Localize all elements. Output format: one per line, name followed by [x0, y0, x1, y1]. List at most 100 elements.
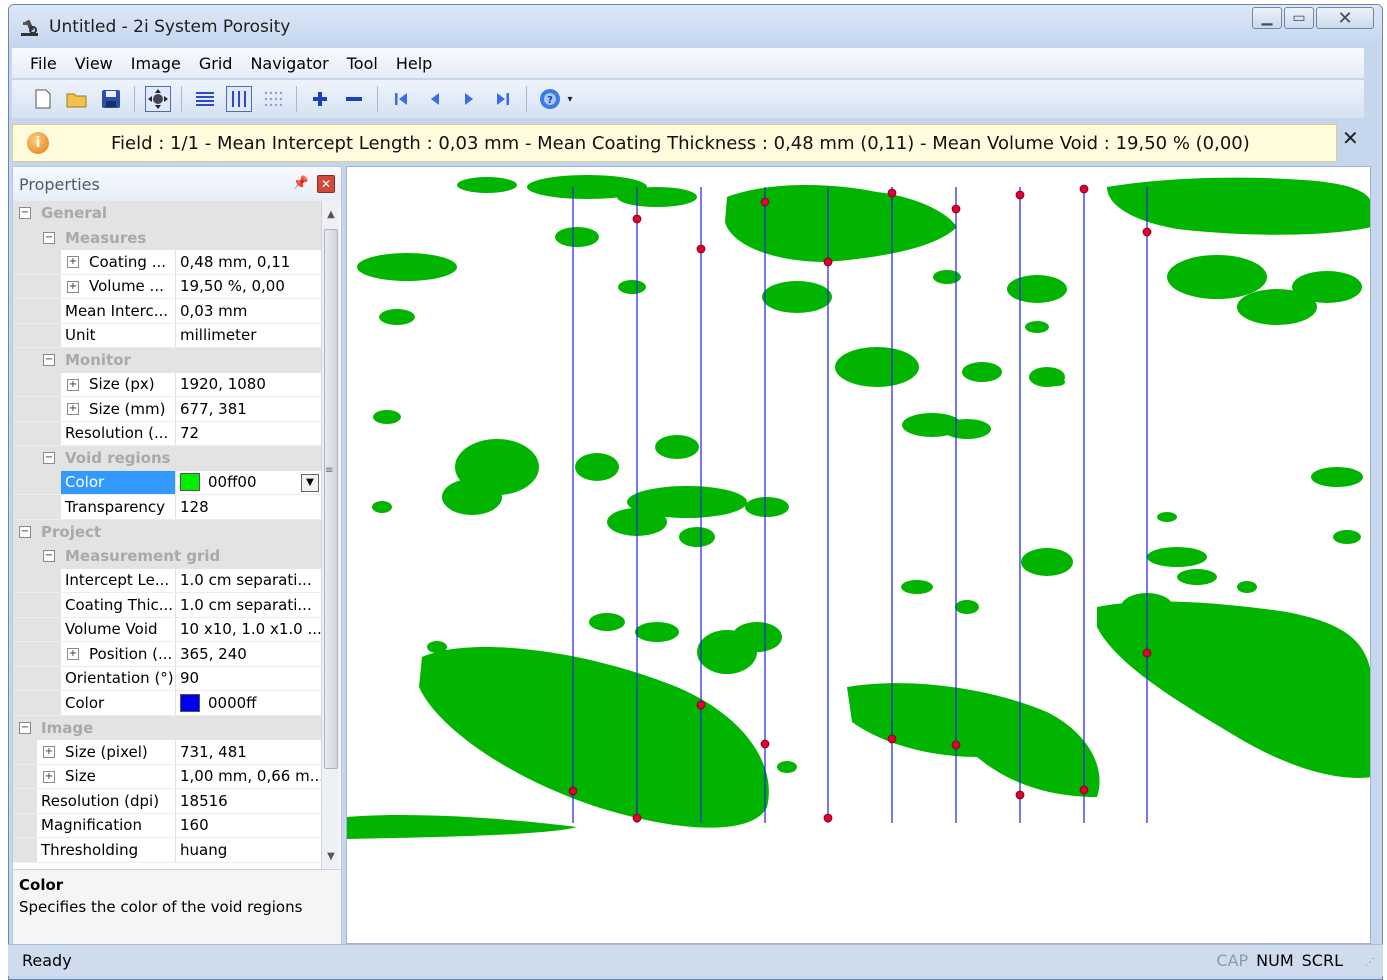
property-row[interactable]: Magnification 160	[13, 813, 321, 838]
property-row[interactable]: + Coating ... 0,48 mm, 0,11	[13, 250, 321, 275]
property-value[interactable]: 731, 481	[175, 740, 321, 764]
expand-icon[interactable]: +	[67, 280, 79, 293]
property-row[interactable]: Mean Interc... 0,03 mm	[13, 299, 321, 324]
property-category[interactable]: − Project	[13, 519, 321, 544]
scroll-down-arrow-icon[interactable]: ▼	[322, 847, 340, 865]
property-category[interactable]: − Image	[13, 715, 321, 740]
resize-grip-icon[interactable]: ⋰	[1365, 957, 1375, 968]
property-value[interactable]: 0,48 mm, 0,11	[175, 250, 321, 274]
help-button[interactable]: ?	[537, 86, 563, 112]
property-value[interactable]: 365, 240	[175, 642, 321, 666]
help-dropdown-button[interactable]: ▾	[565, 86, 575, 112]
property-row[interactable]: + Size 1,00 mm, 0,66 m...	[13, 764, 321, 789]
vertical-grid-button[interactable]	[226, 86, 252, 112]
property-row[interactable]: Orientation (°) 90	[13, 666, 321, 691]
title-bar[interactable]: Untitled - 2i System Porosity ▁ ▭ ✕	[9, 5, 1382, 47]
scroll-up-arrow-icon[interactable]: ▲	[322, 205, 340, 223]
property-value[interactable]: 90	[175, 666, 321, 690]
menu-navigator[interactable]: Navigator	[250, 54, 328, 73]
property-value[interactable]: 1920, 1080	[175, 372, 321, 396]
expand-icon[interactable]: +	[43, 746, 55, 758]
property-row[interactable]: Color 0000ff	[13, 691, 321, 716]
menu-tool[interactable]: Tool	[347, 54, 378, 73]
property-value[interactable]: 0000ff	[175, 691, 321, 715]
porosity-image[interactable]	[347, 167, 1371, 944]
property-row[interactable]: + Position (... 365, 240	[13, 642, 321, 667]
collapse-icon[interactable]: −	[43, 452, 55, 464]
scrollbar-thumb[interactable]	[324, 229, 338, 769]
property-value[interactable]: 72	[175, 421, 321, 445]
property-row[interactable]: Resolution (dpi) 18516	[13, 789, 321, 814]
expand-icon[interactable]: +	[67, 403, 79, 415]
property-value[interactable]: 00ff00 ▼	[175, 470, 321, 494]
expand-icon[interactable]: +	[67, 378, 79, 391]
save-button[interactable]	[98, 86, 124, 112]
last-field-button[interactable]	[490, 86, 516, 112]
collapse-icon[interactable]: −	[19, 207, 31, 219]
menu-help[interactable]: Help	[396, 54, 432, 73]
close-button[interactable]: ✕	[1316, 7, 1374, 29]
property-row[interactable]: Color 00ff00 ▼	[13, 470, 321, 495]
collapse-icon[interactable]: −	[43, 231, 55, 244]
property-category[interactable]: − Void regions	[13, 446, 321, 471]
horizontal-grid-button[interactable]	[192, 86, 218, 112]
property-category[interactable]: − Measurement grid	[13, 544, 321, 569]
panel-close-button[interactable]: ✕	[317, 175, 335, 193]
zoom-out-button[interactable]	[341, 86, 367, 112]
property-category[interactable]: − Monitor	[13, 348, 321, 373]
property-value[interactable]: 18516	[175, 789, 321, 813]
property-value[interactable]: 677, 381	[175, 397, 321, 421]
property-row[interactable]: Unit millimeter	[13, 323, 321, 348]
next-field-button[interactable]	[456, 86, 482, 112]
property-row[interactable]: Transparency 128	[13, 495, 321, 520]
intercept-point	[760, 739, 770, 749]
property-value[interactable]: 160	[175, 813, 321, 837]
property-row[interactable]: + Size (pixel) 731, 481	[13, 740, 321, 765]
collapse-icon[interactable]: −	[19, 721, 31, 734]
menu-file[interactable]: File	[30, 54, 57, 73]
property-row[interactable]: Intercept Le... 1.0 cm separati...	[13, 568, 321, 593]
expand-icon[interactable]: +	[67, 648, 79, 660]
minimize-button[interactable]: ▁	[1252, 7, 1282, 29]
collapse-icon[interactable]: −	[43, 550, 55, 562]
open-button[interactable]	[64, 86, 90, 112]
new-file-button[interactable]	[30, 86, 56, 112]
previous-field-button[interactable]	[422, 86, 448, 112]
expand-icon[interactable]: +	[43, 770, 55, 783]
menu-grid[interactable]: Grid	[199, 54, 233, 73]
row-indent	[13, 789, 37, 813]
property-value[interactable]: 1.0 cm separati...	[175, 568, 321, 592]
collapse-icon[interactable]: −	[19, 525, 31, 538]
property-grid-scrollbar[interactable]: ▲ ≡ ▼	[321, 201, 339, 869]
property-category[interactable]: − Measures	[13, 225, 321, 250]
property-row[interactable]: Volume Void 10 x10, 1.0 x1.0 ...	[13, 617, 321, 642]
property-row[interactable]: Thresholding huang	[13, 838, 321, 863]
property-category[interactable]: − General	[13, 201, 321, 226]
pin-icon[interactable]: 📌	[293, 176, 309, 191]
property-value[interactable]: 1,00 mm, 0,66 m...	[175, 764, 321, 788]
maximize-button[interactable]: ▭	[1284, 7, 1314, 29]
property-value[interactable]: 0,03 mm	[175, 299, 321, 323]
property-value[interactable]: 19,50 %, 0,00	[175, 274, 321, 298]
info-bar-close-button[interactable]: ✕	[1342, 126, 1359, 150]
image-viewport[interactable]	[346, 166, 1371, 944]
property-value[interactable]: 10 x10, 1.0 x1.0 ...	[175, 617, 321, 641]
property-row[interactable]: + Size (mm) 677, 381	[13, 397, 321, 422]
collapse-icon[interactable]: −	[43, 354, 55, 366]
menu-image[interactable]: Image	[131, 54, 181, 73]
property-row[interactable]: + Volume ... 19,50 %, 0,00	[13, 274, 321, 299]
property-value[interactable]: huang	[175, 838, 321, 862]
property-value[interactable]: 1.0 cm separati...	[175, 593, 321, 617]
property-row[interactable]: Resolution (... 72	[13, 421, 321, 446]
property-row[interactable]: Coating Thic... 1.0 cm separati...	[13, 593, 321, 618]
zoom-in-button[interactable]	[307, 86, 333, 112]
expand-icon[interactable]: +	[67, 256, 79, 268]
menu-view[interactable]: View	[75, 54, 113, 73]
pan-button[interactable]	[145, 86, 171, 112]
property-value[interactable]: 128	[175, 495, 321, 519]
first-field-button[interactable]	[388, 86, 414, 112]
property-row[interactable]: + Size (px) 1920, 1080	[13, 372, 321, 397]
dropdown-arrow-icon[interactable]: ▼	[301, 473, 319, 492]
property-value[interactable]: millimeter	[175, 323, 321, 347]
point-grid-button[interactable]	[260, 86, 286, 112]
